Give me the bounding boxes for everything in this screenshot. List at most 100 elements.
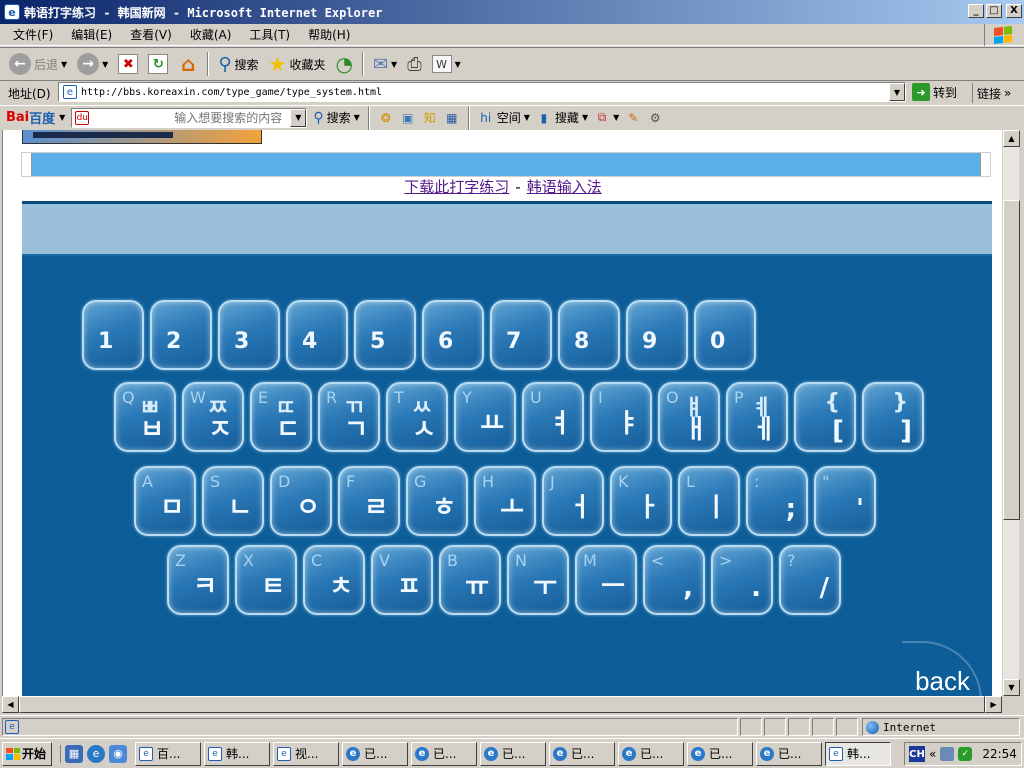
keyboard-key[interactable]: Pㅖㅔ (726, 382, 788, 452)
keyboard-key[interactable]: Bㅠ (439, 545, 501, 615)
address-url[interactable]: http://bbs.koreaxin.com/type_game/type_s… (81, 87, 382, 98)
baidu-logo[interactable]: Bai 百度 ▼ (6, 108, 65, 127)
keyboard-key[interactable]: " ' (814, 466, 876, 536)
space-button[interactable]: hi 空间 ▼ (478, 109, 530, 126)
keyboard-key[interactable]: Kㅏ (610, 466, 672, 536)
image-icon[interactable]: ▣ (400, 110, 416, 126)
menu-view[interactable]: 查看(V) (121, 26, 181, 43)
favorites-button[interactable]: ★ 收藏夹 (266, 50, 329, 78)
translate-dropdown-icon[interactable]: ▼ (613, 113, 619, 122)
news-icon[interactable]: ❂ (378, 110, 394, 126)
keyboard-key[interactable]: Cㅊ (303, 545, 365, 615)
keyboard-key[interactable]: :; (746, 466, 808, 536)
keyboard-key[interactable]: Dㅇ (270, 466, 332, 536)
close-button[interactable]: X (1006, 4, 1022, 18)
menu-help[interactable]: 帮助(H) (299, 26, 359, 43)
keyboard-key[interactable]: 7 (490, 300, 552, 370)
baidu-dropdown-icon[interactable]: ▼ (59, 113, 65, 122)
start-button[interactable]: 开始 (2, 741, 52, 766)
taskbar-button[interactable]: e 已... (411, 741, 477, 766)
keyboard-key[interactable]: {[ (794, 382, 856, 452)
baidu-search-button[interactable]: ⚲ 搜索 ▼ (313, 109, 359, 126)
keyboard-key[interactable]: 5 (354, 300, 416, 370)
gear-icon[interactable]: ⚙ (647, 110, 663, 126)
desktop-icon[interactable]: ▦ (65, 744, 83, 763)
clock[interactable]: 22:54 (982, 747, 1017, 761)
highlighter-icon[interactable]: ✎ (625, 110, 641, 126)
address-dropdown-icon[interactable]: ▼ (889, 83, 905, 101)
minimize-button[interactable]: _ (968, 4, 984, 18)
typing-game-panel[interactable]: 1234567890 Q ㅃㅂ W ㅉㅈ E ㄸㄷ R ㄲㄱ T ㅆㅅ Y ㅛ U ㅕ I ㅑ O ㅒㅐ P ㅖㅔ{[… (22, 201, 992, 696)
taskbar-button[interactable]: e 已... (342, 741, 408, 766)
tray-expand-icon[interactable]: « (929, 747, 936, 761)
go-button[interactable]: ➜ 转到 (912, 83, 957, 101)
menu-favorites[interactable]: 收藏(A) (181, 26, 241, 43)
keyboard-key[interactable]: }] (862, 382, 924, 452)
space-dropdown-icon[interactable]: ▼ (524, 113, 530, 122)
back-dropdown-icon[interactable]: ▼ (61, 60, 67, 69)
baidu-search-btn-dropdown-icon[interactable]: ▼ (354, 113, 360, 122)
address-input[interactable]: e http://bbs.koreaxin.com/type_game/type… (58, 82, 906, 102)
baidu-search-box[interactable]: du ▼ (71, 107, 308, 128)
keyboard-key[interactable]: 1 (82, 300, 144, 370)
mail-button[interactable]: ✉ ▼ (370, 50, 400, 78)
taskbar-button[interactable]: e 百... (135, 741, 201, 766)
mail-dropdown-icon[interactable]: ▼ (391, 60, 397, 69)
taskbar-button[interactable]: e 韩... (825, 741, 891, 766)
scroll-down-icon[interactable]: ▼ (1003, 679, 1020, 696)
edit-button[interactable]: W ▼ (429, 50, 464, 78)
history-button[interactable]: ◔ (332, 50, 355, 78)
keyboard-key[interactable]: Nㅜ (507, 545, 569, 615)
keyboard-key[interactable]: Uㅕ (522, 382, 584, 452)
taskbar-button[interactable]: e 韩... (204, 741, 270, 766)
keyboard-key[interactable]: 8 (558, 300, 620, 370)
scroll-up-icon[interactable]: ▲ (1003, 130, 1020, 147)
keyboard-key[interactable]: Iㅑ (590, 382, 652, 452)
keyboard-key[interactable]: >. (711, 545, 773, 615)
forward-button[interactable]: → ▼ (74, 50, 111, 78)
print-button[interactable]: ⎙ (404, 50, 424, 78)
taskbar-button[interactable]: e 已... (756, 741, 822, 766)
keyboard-key[interactable]: 6 (422, 300, 484, 370)
baidu-search-dropdown-icon[interactable]: ▼ (290, 108, 307, 127)
menu-file[interactable]: 文件(F) (4, 26, 62, 43)
table-icon[interactable]: ▦ (444, 110, 460, 126)
keyboard-key[interactable]: 3 (218, 300, 280, 370)
taskbar-button[interactable]: e 已... (480, 741, 546, 766)
keyboard-key[interactable]: Mㅡ (575, 545, 637, 615)
security-zone[interactable]: Internet (862, 718, 1020, 736)
keyboard-key[interactable]: Fㄹ (338, 466, 400, 536)
vertical-scroll-thumb[interactable] (1003, 200, 1020, 520)
scroll-right-icon[interactable]: ▶ (985, 696, 1002, 713)
keyboard-key[interactable]: 2 (150, 300, 212, 370)
horizontal-scrollbar[interactable]: ◀ ▶ (2, 696, 1002, 713)
forward-dropdown-icon[interactable]: ▼ (102, 60, 108, 69)
media-icon[interactable]: ◉ (109, 744, 127, 763)
stop-button[interactable]: ✖ (115, 50, 141, 78)
keyboard-key[interactable]: Aㅁ (134, 466, 196, 536)
back-game-button[interactable]: back (915, 666, 970, 696)
network-icon[interactable] (940, 747, 955, 761)
taskbar-button[interactable]: e 视... (273, 741, 339, 766)
baidu-search-input[interactable] (92, 110, 283, 125)
links-button[interactable]: 链接 » (972, 83, 1011, 103)
menu-tools[interactable]: 工具(T) (240, 26, 299, 43)
keyboard-key[interactable]: Hㅗ (474, 466, 536, 536)
refresh-button[interactable]: ↻ (145, 50, 171, 78)
taskbar-button[interactable]: e 已... (549, 741, 615, 766)
keyboard-key[interactable]: Zㅋ (167, 545, 229, 615)
home-button[interactable]: ⌂ (175, 50, 201, 78)
keyboard-key[interactable]: Rㄲㄱ (318, 382, 380, 452)
keyboard-key[interactable]: Vㅍ (371, 545, 433, 615)
maximize-button[interactable]: □ (986, 4, 1002, 18)
ime-link[interactable]: 韩语输入法 (527, 178, 602, 196)
translate-button[interactable]: ⧉ ▼ (594, 110, 619, 126)
keyboard-key[interactable]: 9 (626, 300, 688, 370)
keyboard-key[interactable]: Xㅌ (235, 545, 297, 615)
taskbar-button[interactable]: e 已... (618, 741, 684, 766)
keyboard-key[interactable]: Sㄴ (202, 466, 264, 536)
ie-icon[interactable]: e (87, 744, 105, 763)
edit-dropdown-icon[interactable]: ▼ (455, 60, 461, 69)
collect-dropdown-icon[interactable]: ▼ (582, 113, 588, 122)
vertical-scrollbar[interactable]: ▲ ▼ (1002, 130, 1020, 696)
